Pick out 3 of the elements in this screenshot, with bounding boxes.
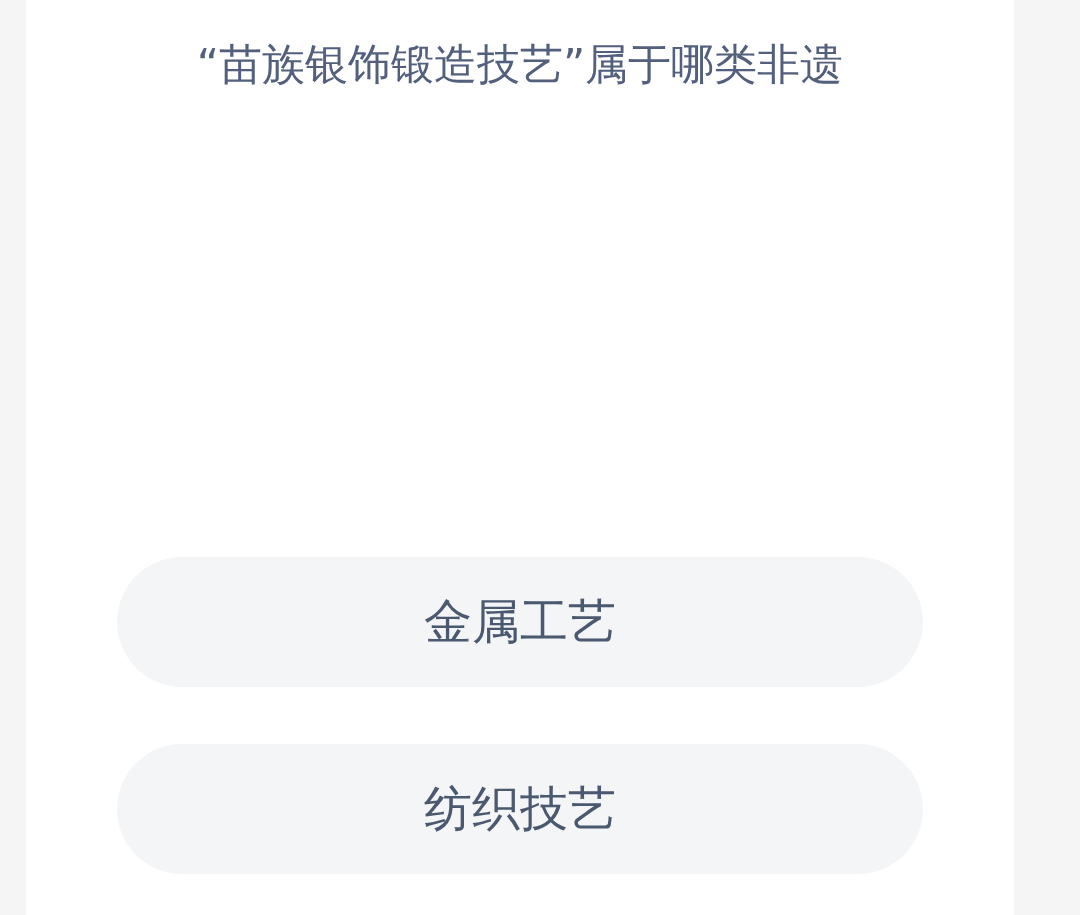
answer-option[interactable]: 纺织技艺 xyxy=(117,744,923,874)
answer-option[interactable]: 金属工艺 xyxy=(117,557,923,687)
question-text: “苗族银饰锻造技艺”属于哪类非遗 xyxy=(196,38,844,91)
